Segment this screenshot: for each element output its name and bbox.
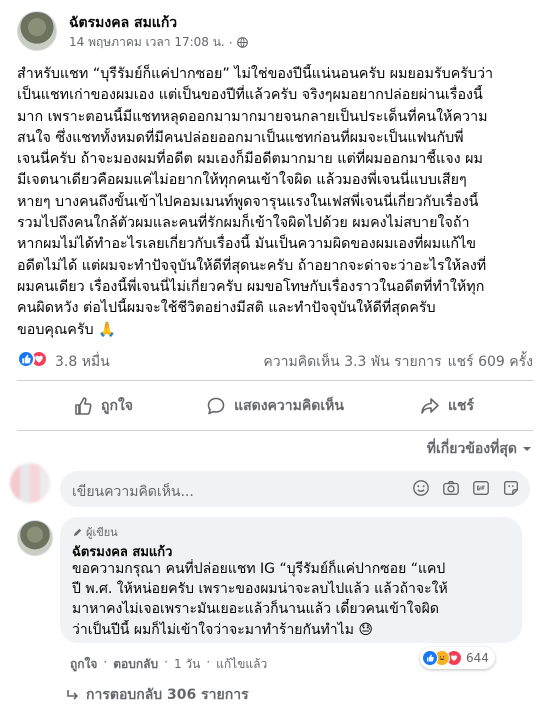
- reply-arrow-icon: [67, 690, 79, 700]
- separator-dot: ·: [103, 655, 108, 669]
- like-reaction-icon: [422, 650, 438, 666]
- emoji-icon[interactable]: [412, 479, 430, 497]
- comment-text: ขอความกรุณา คนที่ปล่อยแชท IG “บุรีรัมย์ก…: [72, 559, 518, 640]
- comment-text-line: ขอความกรุณา คนที่ปล่อยแชท IG “บุรีรัมย์ก…: [72, 561, 446, 577]
- current-user-avatar[interactable]: [10, 463, 50, 503]
- author-badge: ผู้เขียน: [72, 523, 118, 541]
- reactions-count[interactable]: 3.8 หมื่น: [55, 351, 110, 373]
- comment-edited[interactable]: แก้ไขแล้ว: [216, 655, 267, 674]
- post-author[interactable]: ฉัตรมงคล สมแก้ว: [69, 12, 177, 34]
- post-body-line: คนผิดหวัง ต่อไปนี้ผมจะใช้ชีวิตอย่างมีสติ…: [17, 300, 436, 317]
- post-header: ฉัตรมงคล สมแก้ว 14 พฤษภาคม เวลา 17:08 น.…: [17, 11, 517, 53]
- post-body-line: มาก เพราะตอนนี้มีแชทหลุดออกมามากมายจนกลา…: [17, 108, 488, 125]
- post-timestamp[interactable]: 14 พฤษภาคม เวลา 17:08 น.: [69, 33, 225, 52]
- divider: [17, 430, 533, 431]
- commenter-avatar[interactable]: [17, 520, 53, 556]
- divider: [17, 380, 533, 381]
- share-button[interactable]: แชร์: [361, 387, 533, 425]
- post-body-line: เจนนี่ครับ ถ้าจะมองผมที่อดีต ผมเองก็มีอด…: [17, 151, 483, 168]
- post-stats: 3.8 หมื่น ความคิดเห็น 3.3 พัน รายการ แชร…: [17, 347, 533, 371]
- comment-filter-label: ที่เกี่ยวข้องที่สุด: [426, 441, 517, 457]
- comments-count[interactable]: ความคิดเห็น 3.3 พัน รายการ: [263, 351, 441, 373]
- post-body-line: มีเจตนาเดียวคือผมแค่ไม่อยากให้ทุกคนเข้าใ…: [17, 172, 467, 189]
- sticker-icon[interactable]: [502, 479, 520, 497]
- comment-input[interactable]: เขียนความคิดเห็น...: [60, 471, 530, 507]
- post-body-line: อดีตไม่ได้ แต่ผมจะทำปัจจุบันให้ดีที่สุดน…: [17, 257, 487, 274]
- post-body-line: รวมไปถึงคนใกล้ตัวผมและคนที่รักผมก็เข้าใจ…: [17, 215, 470, 232]
- separator-dot: ·: [206, 655, 211, 669]
- replies-label: การตอบกลับ 306 รายการ: [86, 687, 249, 703]
- comment-text-line: ปี พ.ศ. ให้หน่อยครับ เพราะของผมน่าจะลบไป…: [72, 581, 448, 598]
- shares-count[interactable]: แชร์ 609 ครั้ง: [448, 351, 533, 373]
- like-button[interactable]: ถูกใจ: [17, 387, 189, 425]
- comment-text-line: ว่าเป็นปีนี้ ผมก็ไม่เข้าใจว่าจะมาทำร้ายก…: [72, 621, 373, 638]
- comment-input-tools: [412, 479, 520, 497]
- comment-button[interactable]: แสดงความคิดเห็น: [189, 387, 361, 425]
- post-body: สำหรับแชท “บุรีรัมย์ก็แค่ปากซอย” ไม่ใช่ข…: [17, 64, 533, 341]
- post-body-line: หายๆ บางคนถึงขั้นเข้าไปคอมเมนท์พูดจารุนแ…: [17, 193, 479, 210]
- comment-reply-link[interactable]: ตอบกลับ: [113, 655, 158, 674]
- like-label: ถูกใจ: [101, 398, 133, 414]
- separator-dot: ·: [164, 655, 168, 669]
- author-avatar[interactable]: [17, 11, 57, 51]
- comment-reaction-count: 644: [466, 651, 489, 665]
- post-meta: 14 พฤษภาคม เวลา 17:08 น. ·: [69, 33, 248, 52]
- post-body-line: เป็นแชทเก่าของผมเอง แต่เป็นของปีที่แล้วค…: [17, 87, 483, 104]
- comment-like-link[interactable]: ถูกใจ: [70, 655, 97, 674]
- view-replies-link[interactable]: การตอบกลับ 306 รายการ: [66, 684, 249, 706]
- thumbs-up-icon: [75, 397, 92, 415]
- comment-icon: [207, 397, 225, 415]
- comment-bubble: ผู้เขียน ฉัตรมงคล สมแก้ว ขอความกรุณา คนท…: [60, 517, 522, 643]
- comment-text-line: มาหาคงไม่เจอเพราะมันเยอะแล้วก็นานแล้ว เด…: [72, 601, 439, 618]
- gif-icon[interactable]: [472, 479, 490, 497]
- comment-filter-dropdown[interactable]: ที่เกี่ยวข้องที่สุด: [427, 438, 533, 460]
- comment-reactions[interactable]: 644: [420, 647, 495, 669]
- chevron-down-icon: [523, 447, 531, 451]
- engagement-stats: ความคิดเห็น 3.3 พัน รายการ แชร์ 609 ครั้…: [263, 351, 533, 373]
- post-body-line: สนใจ ซึ่งแชททั้งหมดที่มีคนปล่อยออกมาเป็น…: [17, 129, 464, 146]
- post-body-line: สำหรับแชท “บุรีรัมย์ก็แค่ปากซอย” ไม่ใช่ข…: [17, 66, 494, 82]
- separator-dot: ·: [228, 35, 233, 50]
- camera-icon[interactable]: [442, 479, 460, 497]
- post-actions: ถูกใจ แสดงความคิดเห็น แชร์: [17, 387, 533, 425]
- like-reaction-icon: [17, 350, 35, 368]
- post-body-line: หากผมไม่ได้ทำอะไรเลยเกี่ยวกับเรื่องนี้ ม…: [17, 236, 477, 253]
- post-body-line: ขอบคุณครับ 🙏: [17, 321, 116, 338]
- pen-icon: [73, 528, 82, 536]
- globe-icon: [236, 37, 248, 48]
- share-icon: [421, 398, 439, 414]
- post-body-line: ผมคนเดียว เรื่องนี้พี่เจนนี่ไม่เกี่ยวครั…: [17, 278, 485, 295]
- comment-age[interactable]: 1 วัน: [174, 655, 200, 674]
- author-badge-label: ผู้เขียน: [86, 526, 118, 539]
- comment-label: แสดงความคิดเห็น: [234, 398, 344, 414]
- share-label: แชร์: [447, 398, 475, 414]
- comment-input-placeholder: เขียนความคิดเห็น...: [72, 484, 194, 500]
- comment-actions: ถูกใจ · ตอบกลับ · 1 วัน · แก้ไขแล้ว: [70, 655, 267, 674]
